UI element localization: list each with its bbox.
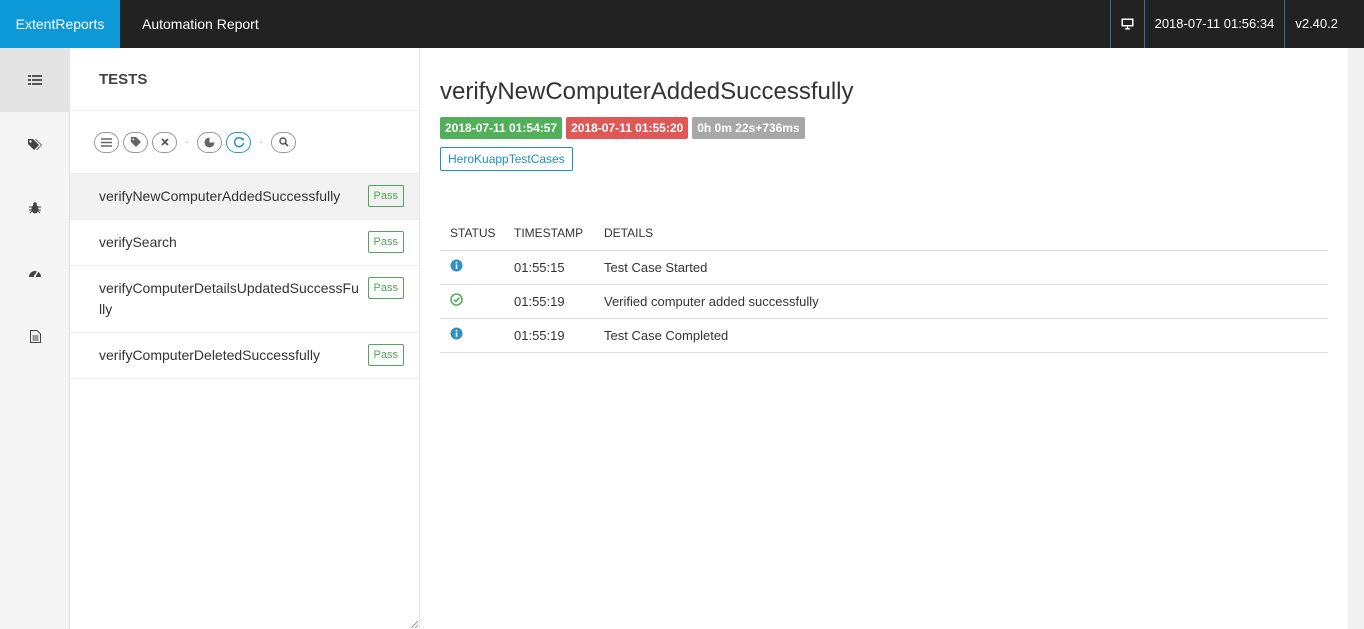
report-name: Automation Report [142,16,259,32]
test-name: verifyComputerDetailsUpdatedSuccessFully [99,280,359,317]
log-details: Test Case Completed [594,318,1328,353]
log-timestamp: 01:55:19 [504,284,594,319]
status-badge: Pass [367,344,404,366]
pass-check-icon [450,293,463,306]
log-table-header: STATUS TIMESTAMP DETAILS [440,217,1328,251]
version-label: v2.40.2 [1284,0,1348,48]
info-icon [450,259,463,272]
test-list-item[interactable]: verifyComputerDeletedSuccessfully Pass [70,333,419,379]
tag-icon[interactable] [123,131,148,153]
end-time-badge: 2018-07-11 01:55:20 [566,117,689,139]
log-details: Test Case Started [594,250,1328,285]
start-time-badge: 2018-07-11 01:54:57 [440,117,563,139]
pie-chart-icon[interactable] [197,131,222,153]
test-list-item[interactable]: verifyComputerDetailsUpdatedSuccessFully… [70,266,419,333]
dashboard-icon [29,270,41,277]
test-name: verifyNewComputerAddedSuccessfully [99,188,341,204]
monitor-icon[interactable] [1109,0,1144,48]
report-timestamp: 2018-07-11 01:56:34 [1143,0,1285,48]
tests-panel: TESTS · · verifyNewComputerAddedSuccessf… [70,48,420,629]
page-scrollbar[interactable] [1348,48,1364,629]
test-list-item[interactable]: verifyNewComputerAddedSuccessfully Pass [70,174,419,220]
test-name: verifyComputerDeletedSuccessfully [99,347,320,363]
test-title: verifyNewComputerAddedSuccessfully [440,78,854,105]
brand-logo[interactable]: ExtentReports [0,0,120,48]
nav-item-dashboard[interactable] [0,240,70,304]
status-badge: Pass [367,185,404,207]
tags-icon [27,139,42,150]
log-timestamp: 01:55:19 [504,318,594,353]
test-list-item[interactable]: verifySearch Pass [70,220,419,266]
resize-handle-icon[interactable] [410,620,418,628]
tests-panel-title: TESTS [70,48,419,111]
table-row: 01:55:19 Verified computer added success… [440,284,1328,319]
log-details: Verified computer added successfully [594,284,1328,319]
status-badge: Pass [367,231,404,253]
nav-item-logs[interactable] [0,304,70,368]
log-timestamp: 01:55:15 [504,250,594,285]
top-bar-right: 2018-07-11 01:56:34 v2.40.2 [1109,0,1348,48]
close-icon[interactable] [152,131,177,153]
top-bar: ExtentReports Automation Report 2018-07-… [0,0,1364,48]
test-name: verifySearch [99,234,177,250]
duration-badge: 0h 0m 22s+736ms [692,117,805,139]
refresh-icon[interactable] [226,131,251,153]
info-icon [450,327,463,340]
test-time-badges: 2018-07-11 01:54:57 2018-07-11 01:55:20 … [440,117,809,139]
side-nav [0,48,70,629]
status-badge: Pass [367,277,404,299]
table-row: 01:55:19 Test Case Completed [440,318,1328,353]
list-icon[interactable] [94,131,119,153]
search-icon[interactable] [271,131,296,153]
bug-icon [29,202,41,214]
table-row: 01:55:15 Test Case Started [440,250,1328,285]
nav-item-categories[interactable] [0,112,70,176]
column-header-timestamp: TIMESTAMP [504,217,594,251]
column-header-status: STATUS [440,217,504,251]
nav-item-tests[interactable] [0,48,70,112]
column-header-details: DETAILS [594,217,1328,251]
document-icon [29,329,41,343]
nav-item-exceptions[interactable] [0,176,70,240]
test-detail-panel: verifyNewComputerAddedSuccessfully 2018-… [420,48,1348,629]
list-view-icon [28,75,42,85]
log-table: STATUS TIMESTAMP DETAILS 01:55:15 Test C… [440,217,1328,353]
category-tag[interactable]: HeroKuappTestCases [440,147,573,171]
filter-toolbar: · · [70,111,419,174]
